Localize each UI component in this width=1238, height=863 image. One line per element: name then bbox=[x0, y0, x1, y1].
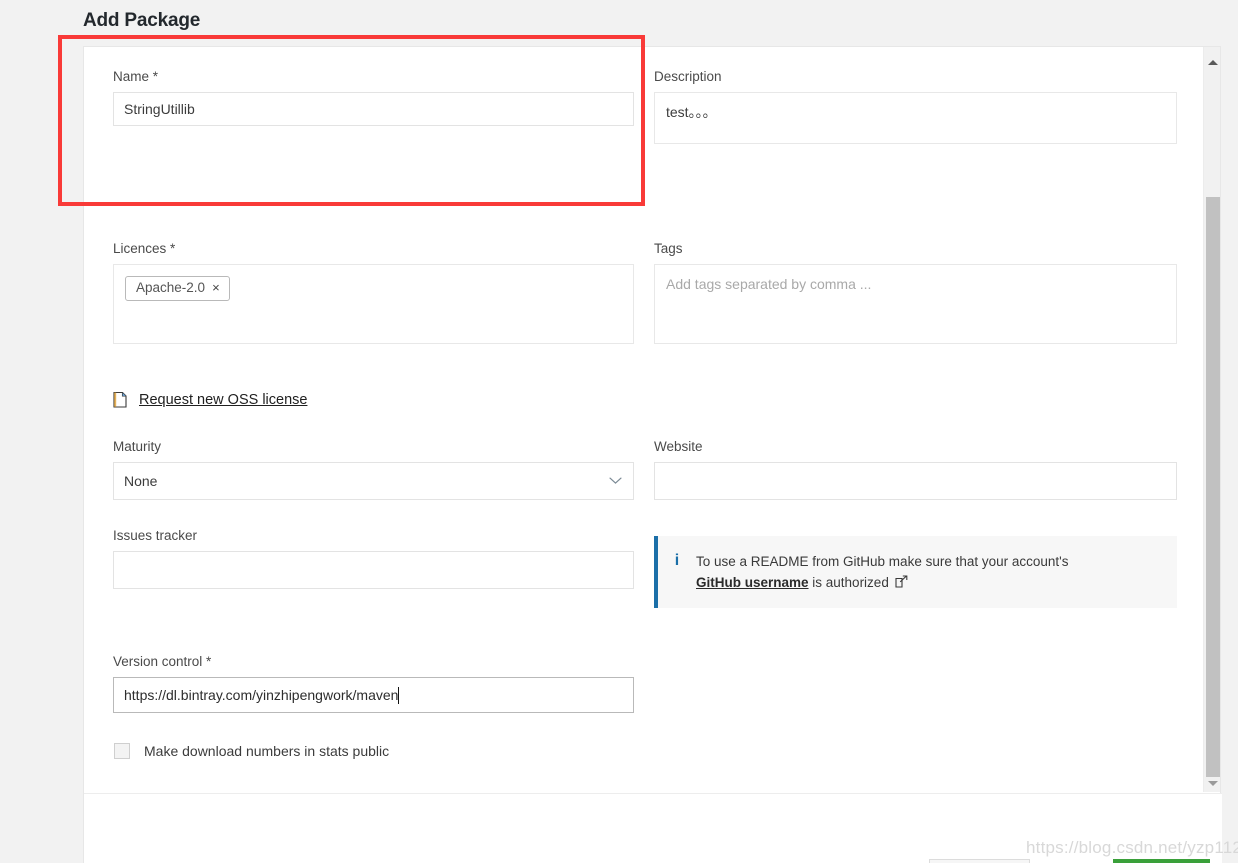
close-icon[interactable]: × bbox=[212, 281, 220, 294]
licences-chip-area[interactable]: Apache-2.0 × bbox=[113, 264, 634, 344]
readme-callout: i To use a README from GitHub make sure … bbox=[654, 536, 1177, 608]
save-button[interactable]: Save bbox=[1113, 859, 1210, 863]
request-oss-license-link[interactable]: Request new OSS license bbox=[139, 392, 307, 408]
info-icon: i bbox=[674, 552, 680, 569]
maturity-select-value[interactable]: None bbox=[113, 462, 634, 500]
field-issues-tracker: Issues tracker bbox=[113, 528, 634, 589]
issues-tracker-input[interactable] bbox=[113, 551, 634, 589]
name-label: Name * bbox=[113, 69, 159, 84]
field-licences: Licences * Apache-2.0 × bbox=[113, 241, 634, 344]
description-textarea[interactable]: test。。。 bbox=[654, 92, 1177, 144]
page-title: Add Package bbox=[83, 10, 201, 31]
website-label: Website bbox=[654, 439, 703, 454]
request-oss-license-row[interactable]: Request new OSS license bbox=[113, 391, 513, 408]
field-tags: Tags Add tags separated by comma ... bbox=[654, 241, 1177, 344]
licence-chip-label: Apache-2.0 bbox=[136, 280, 206, 295]
scroll-down-arrow[interactable] bbox=[1204, 775, 1221, 792]
document-icon-svg bbox=[113, 391, 127, 408]
maturity-label: Maturity bbox=[113, 439, 162, 454]
scrollbar-thumb[interactable] bbox=[1206, 197, 1220, 777]
field-website: Website bbox=[654, 439, 1177, 500]
stats-public-row[interactable]: Make download numbers in stats public bbox=[114, 743, 614, 759]
version-control-label: Version control * bbox=[113, 654, 212, 669]
triangle-down-icon bbox=[1207, 781, 1218, 786]
readme-line-2: is authorized bbox=[808, 575, 893, 590]
version-control-value: https://dl.bintray.com/yinzhipengwork/ma… bbox=[124, 687, 399, 703]
issues-tracker-label: Issues tracker bbox=[113, 528, 198, 543]
text-caret bbox=[398, 686, 400, 704]
maturity-select[interactable]: None bbox=[113, 462, 634, 500]
version-control-input[interactable]: https://dl.bintray.com/yinzhipengwork/ma… bbox=[113, 677, 634, 713]
external-link-icon[interactable] bbox=[895, 575, 908, 588]
field-description: Description test。。。 bbox=[654, 69, 1177, 144]
description-label: Description bbox=[654, 69, 722, 84]
tags-label: Tags bbox=[654, 241, 683, 256]
field-name: Name * bbox=[113, 69, 634, 126]
tags-input[interactable]: Add tags separated by comma ... bbox=[654, 264, 1177, 344]
watermark: https://blog.csdn.net/yzp1121 bbox=[1026, 838, 1238, 857]
website-input[interactable] bbox=[654, 462, 1177, 500]
cancel-button[interactable]: Cancel bbox=[929, 859, 1030, 863]
stats-public-label: Make download numbers in stats public bbox=[144, 743, 390, 759]
form-scroll-region[interactable]: Name * Description test。。。 Licences * Ap… bbox=[84, 47, 1222, 792]
chevron-down-icon[interactable] bbox=[609, 477, 622, 485]
name-input[interactable] bbox=[113, 92, 634, 126]
add-package-card: Name * Description test。。。 Licences * Ap… bbox=[83, 46, 1222, 863]
github-username-link[interactable]: GitHub username bbox=[696, 575, 809, 590]
document-icon bbox=[113, 391, 127, 408]
licences-label: Licences * bbox=[113, 241, 176, 256]
field-version-control: Version control * https://dl.bintray.com… bbox=[113, 654, 634, 713]
readme-callout-text: To use a README from GitHub make sure th… bbox=[696, 551, 1068, 593]
licence-chip[interactable]: Apache-2.0 × bbox=[125, 276, 230, 301]
readme-callout-box: i To use a README from GitHub make sure … bbox=[654, 536, 1177, 608]
vertical-scrollbar[interactable] bbox=[1203, 47, 1220, 792]
scroll-up-arrow[interactable] bbox=[1204, 54, 1221, 71]
triangle-up-icon bbox=[1207, 60, 1218, 65]
stats-public-checkbox[interactable] bbox=[114, 743, 130, 759]
screen: Add Package Name * Description test。。。 L… bbox=[0, 0, 1238, 863]
field-maturity: Maturity None bbox=[113, 439, 634, 500]
readme-line-1: To use a README from GitHub make sure th… bbox=[696, 554, 1069, 569]
